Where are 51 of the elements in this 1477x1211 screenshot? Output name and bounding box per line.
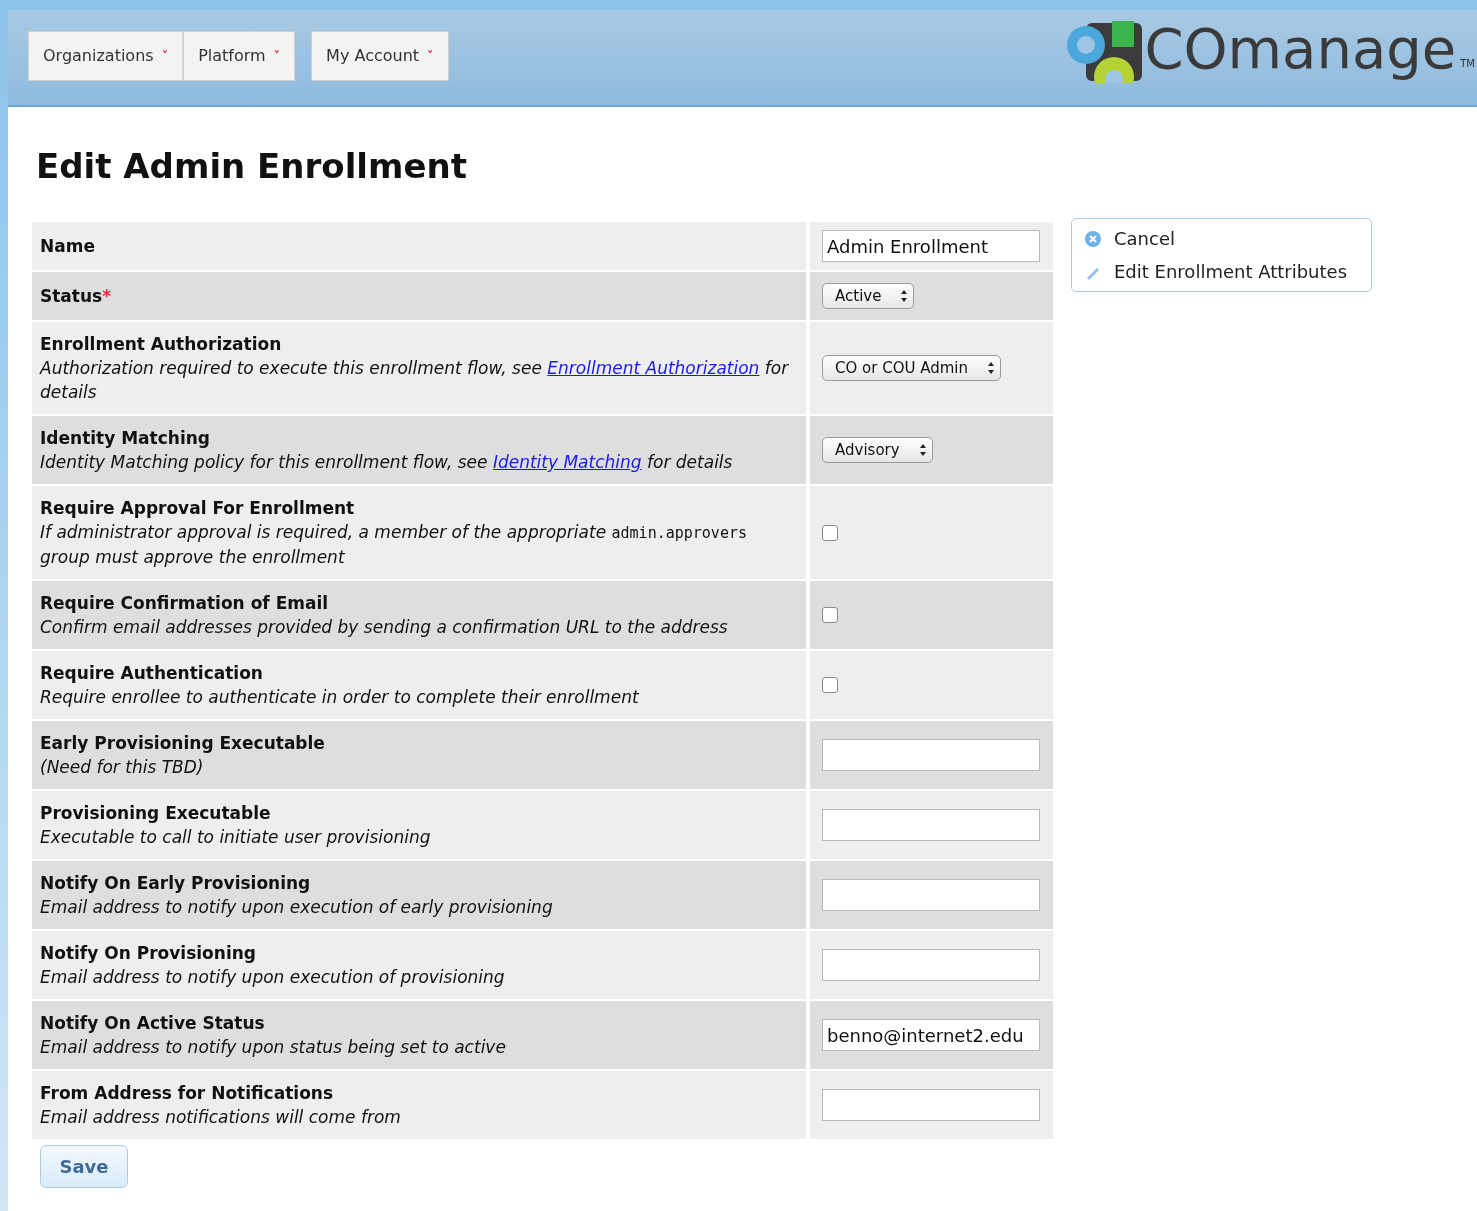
field-description: Executable to call to initiate user provisioning bbox=[40, 826, 432, 849]
field-label: Status* bbox=[40, 285, 113, 308]
select-dropdown[interactable]: CO or COU Admin bbox=[822, 355, 1001, 381]
field-label: Early Provisioning Executable bbox=[40, 732, 326, 755]
field-description: Authorization required to execute this enrollment flow, see Enrollment Authorization for details bbox=[40, 357, 790, 404]
field-label: Require Authentication bbox=[40, 662, 264, 685]
nav-menu-button[interactable]: Organizations ˅ bbox=[28, 31, 184, 81]
stepper-arrows-icon bbox=[986, 360, 996, 376]
field-label: Notify On Active Status bbox=[40, 1012, 266, 1035]
field-description: Confirm email addresses provided by sending a confirmation URL to the address bbox=[40, 616, 729, 639]
field-description: Identity Matching policy for this enrollment flow, see Identity Matching for details bbox=[40, 451, 734, 474]
stepper-arrows-icon bbox=[899, 288, 910, 304]
field-label: Enrollment Authorization bbox=[40, 333, 283, 356]
text-field[interactable]: Admin Enrollment bbox=[822, 230, 1040, 262]
action-link[interactable]: Edit Enrollment Attributes bbox=[1084, 258, 1359, 285]
help-link[interactable]: Identity Matching bbox=[492, 452, 642, 472]
field-description: Email address notifications will come from bbox=[40, 1106, 402, 1129]
field-label: Require Approval For Enrollment bbox=[40, 497, 356, 520]
field-description: Require enrollee to authenticate in order to complete their enrollment bbox=[40, 686, 640, 709]
text-field[interactable] bbox=[822, 949, 1040, 981]
stepper-arrows-icon bbox=[917, 442, 928, 458]
nav-menu-button[interactable]: Platform ˅ bbox=[183, 31, 296, 81]
help-link[interactable]: Enrollment Authorization bbox=[547, 358, 760, 378]
field-label: Provisioning Executable bbox=[40, 802, 272, 825]
select-dropdown[interactable]: Advisory bbox=[822, 437, 933, 463]
field-description: Email address to notify upon execution of early provisioning bbox=[40, 896, 554, 919]
text-field[interactable] bbox=[822, 1089, 1040, 1121]
checkbox[interactable] bbox=[822, 607, 838, 623]
page-title: Edit Admin Enrollment bbox=[36, 145, 468, 188]
text-field[interactable] bbox=[822, 879, 1040, 911]
checkbox[interactable] bbox=[822, 677, 838, 693]
field-description: Email address to notify upon execution of provisioning bbox=[40, 966, 506, 989]
save-button[interactable]: Save bbox=[40, 1145, 128, 1188]
field-label: Identity Matching bbox=[40, 427, 211, 450]
field-label: Notify On Provisioning bbox=[40, 942, 257, 965]
text-field[interactable]: benno@internet2.edu bbox=[822, 1019, 1040, 1051]
field-description: Email address to notify upon status being set to active bbox=[40, 1036, 507, 1059]
close-icon bbox=[1084, 229, 1102, 248]
field-description: If administrator approval is required, a member of the appropriate admin.approvers group must approve the enrollment bbox=[40, 521, 748, 569]
nav-menu-button[interactable]: My Account ˅ bbox=[311, 31, 449, 81]
field-label: From Address for Notifications bbox=[40, 1082, 335, 1105]
checkbox[interactable] bbox=[822, 524, 838, 541]
field-label: Name bbox=[40, 235, 96, 258]
action-link[interactable]: Cancel bbox=[1084, 225, 1359, 252]
text-field[interactable] bbox=[822, 739, 1040, 771]
trademark-mark: TM bbox=[1460, 57, 1475, 71]
field-label: Notify On Early Provisioning bbox=[40, 872, 312, 895]
select-dropdown[interactable]: Active bbox=[822, 283, 915, 309]
field-description: (Need for this TBD) bbox=[40, 756, 205, 779]
text-field[interactable] bbox=[822, 809, 1040, 841]
field-label: Require Confirmation of Email bbox=[40, 592, 330, 615]
